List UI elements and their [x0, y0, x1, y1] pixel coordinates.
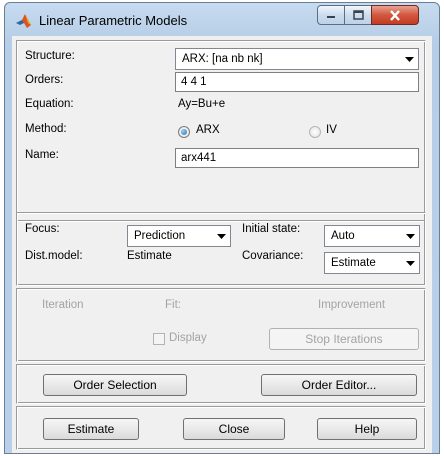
covariance-value: Estimate — [331, 257, 376, 269]
chevron-down-icon — [217, 234, 226, 239]
maximize-button[interactable] — [344, 5, 372, 25]
equation-value: Ay=Bu+e — [178, 98, 226, 110]
model-name-input[interactable]: arx441 — [175, 148, 419, 168]
initial-state-dropdown[interactable]: Auto — [324, 225, 420, 247]
iteration-panel: Iteration Fit: Improvement Display Stop … — [16, 288, 426, 362]
structure-label: Structure: — [25, 50, 75, 62]
initial-state-value: Auto — [331, 230, 355, 242]
initial-state-label: Initial state: — [242, 223, 301, 235]
equation-label: Equation: — [25, 98, 74, 110]
covariance-label: Covariance: — [242, 250, 304, 262]
dialog-body: Structure: ARX: [na nb nk] Orders: 4 4 1… — [12, 36, 432, 453]
help-button[interactable]: Help — [317, 418, 417, 440]
window-title: Linear Parametric Models — [39, 13, 188, 28]
method-label: Method: — [25, 123, 67, 135]
name-label: Name: — [25, 149, 59, 161]
covariance-dropdown[interactable]: Estimate — [324, 252, 420, 274]
chevron-down-icon — [406, 261, 415, 266]
settings-panel: Focus: Prediction Initial state: Auto Di… — [16, 212, 426, 286]
structure-dropdown[interactable]: ARX: [na nb nk] — [175, 48, 419, 70]
minimize-icon — [327, 16, 335, 18]
chevron-down-icon — [405, 57, 414, 62]
dialog-window: Linear Parametric Models Structure: ARX:… — [4, 2, 440, 454]
focus-dropdown[interactable]: Prediction — [127, 225, 231, 247]
estimate-button[interactable]: Estimate — [43, 418, 139, 440]
dist-model-label: Dist.model: — [25, 250, 83, 262]
orders-input[interactable]: 4 4 1 — [175, 72, 419, 92]
order-editor-button[interactable]: Order Editor... — [261, 374, 417, 396]
maximize-icon — [352, 10, 364, 20]
display-label: Display — [169, 332, 207, 344]
iteration-label: Iteration — [42, 299, 84, 311]
stop-iterations-button[interactable]: Stop Iterations — [269, 328, 419, 350]
method-iv-radio[interactable] — [309, 126, 321, 138]
close-window-button[interactable] — [371, 5, 419, 25]
order-selection-button[interactable]: Order Selection — [43, 374, 187, 396]
title-bar[interactable]: Linear Parametric Models — [5, 3, 439, 37]
display-checkbox[interactable] — [153, 333, 165, 345]
improvement-label: Improvement — [318, 299, 386, 311]
method-iv-label: IV — [326, 124, 337, 136]
actions-panel: Estimate Close Help — [16, 406, 426, 450]
structure-panel: Structure: ARX: [na nb nk] Orders: 4 4 1… — [16, 40, 426, 222]
close-button[interactable]: Close — [183, 418, 285, 440]
fit-label: Fit: — [165, 299, 181, 311]
minimize-button[interactable] — [317, 5, 345, 25]
orders-label: Orders: — [25, 74, 64, 86]
dist-model-value: Estimate — [127, 250, 172, 262]
method-arx-radio[interactable] — [178, 126, 190, 138]
structure-value: ARX: [na nb nk] — [182, 53, 263, 65]
matlab-logo-icon — [15, 12, 32, 29]
focus-label: Focus: — [25, 223, 60, 235]
focus-value: Prediction — [134, 230, 186, 242]
close-icon — [390, 9, 400, 21]
order-panel: Order Selection Order Editor... — [16, 364, 426, 404]
method-arx-label: ARX — [196, 124, 220, 136]
chevron-down-icon — [406, 234, 415, 239]
